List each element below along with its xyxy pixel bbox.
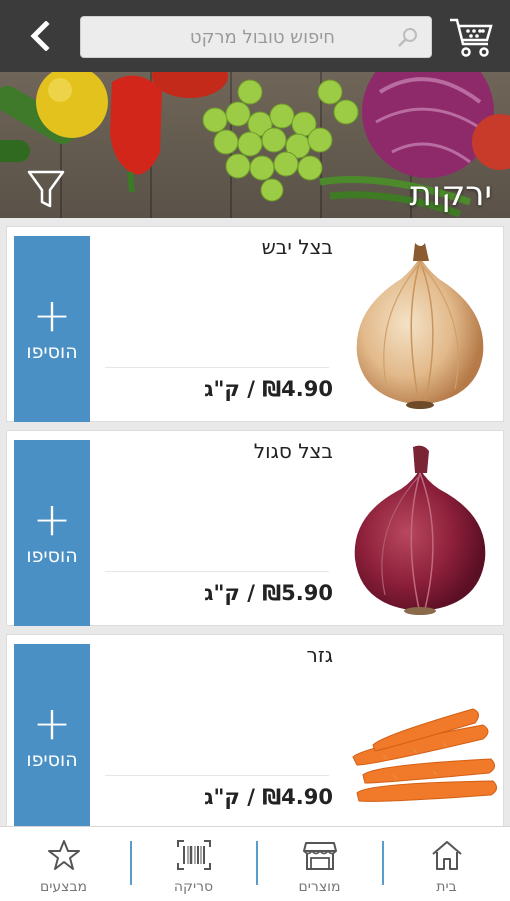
product-name: גזר <box>306 643 333 667</box>
product-card[interactable]: + הוסיפו בצל יבש ₪4.90 / ק"ג <box>6 226 504 422</box>
add-button-label: הוסיפו <box>26 749 78 771</box>
red-onion-image <box>354 445 486 615</box>
filter-icon[interactable] <box>26 168 66 210</box>
divider <box>105 775 329 776</box>
barcode-icon <box>176 840 211 870</box>
nav-home[interactable]: בית <box>383 827 510 901</box>
search-box[interactable] <box>80 16 432 58</box>
store-icon <box>302 842 337 870</box>
nav-label: סריקה <box>173 879 214 895</box>
carrots-image <box>352 708 497 802</box>
product-price: ₪4.90 / ק"ג <box>204 785 333 809</box>
nav-scan[interactable]: סריקה <box>130 827 257 901</box>
add-to-cart-button[interactable]: + הוסיפו <box>14 644 90 830</box>
search-icon <box>398 28 417 47</box>
star-icon <box>47 840 80 870</box>
divider <box>105 571 329 572</box>
back-button[interactable] <box>22 18 58 54</box>
onion-image <box>356 243 484 409</box>
product-card[interactable]: + הוסיפו בצל סגול ₪5.90 / ק"ג <box>6 430 504 626</box>
plus-icon: + <box>32 696 72 750</box>
product-card[interactable]: + הוסיפו גזר ₪4.90 / ק"ג <box>6 634 504 830</box>
product-name: בצל יבש <box>261 235 333 259</box>
category-title: ירקות <box>409 174 492 214</box>
nav-products[interactable]: מוצרים <box>256 827 383 901</box>
nav-label: בית <box>436 879 457 895</box>
add-to-cart-button[interactable]: + הוסיפו <box>14 440 90 626</box>
search-input[interactable] <box>81 17 431 57</box>
home-icon <box>431 841 462 870</box>
product-name: בצל סגול <box>253 439 333 463</box>
chevron-left-icon <box>30 21 50 51</box>
top-bar <box>0 0 510 72</box>
add-button-label: הוסיפו <box>26 341 78 363</box>
product-price: ₪4.90 / ק"ג <box>204 377 333 401</box>
product-price: ₪5.90 / ק"ג <box>204 581 333 605</box>
plus-icon: + <box>32 288 72 342</box>
bottom-navigation: מבצעים סריקה מוצרים בית <box>0 826 510 901</box>
nav-label: מוצרים <box>298 879 341 895</box>
nav-label: מבצעים <box>39 879 88 895</box>
nav-deals[interactable]: מבצעים <box>0 827 127 901</box>
divider <box>105 367 329 368</box>
category-banner: ירקות <box>0 72 510 218</box>
add-to-cart-button[interactable]: + הוסיפו <box>14 236 90 422</box>
cart-icon[interactable] <box>448 14 494 58</box>
add-button-label: הוסיפו <box>26 545 78 567</box>
plus-icon: + <box>32 492 72 546</box>
